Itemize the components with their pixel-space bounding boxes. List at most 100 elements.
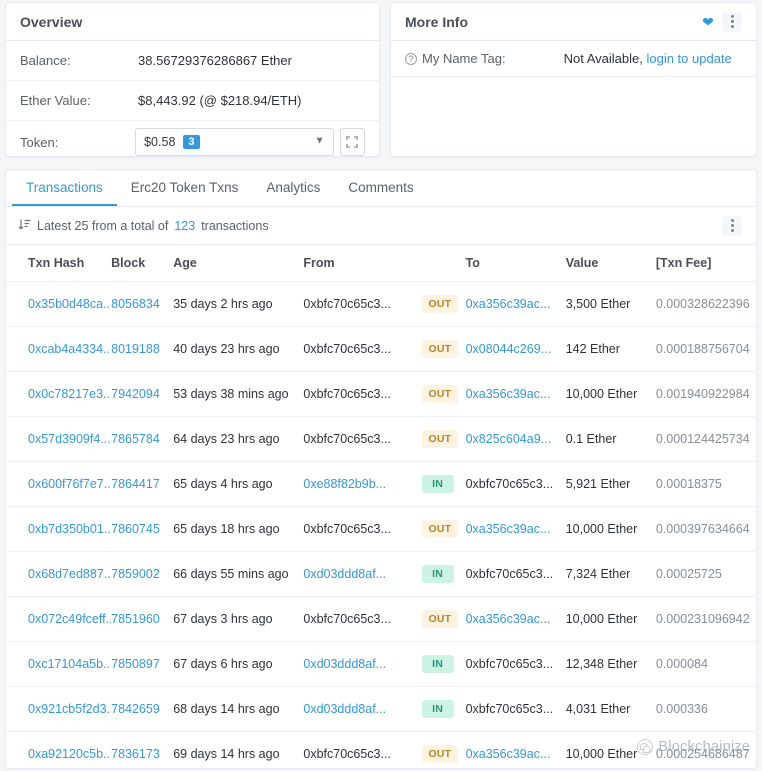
txn-fee: 0.000084 — [655, 657, 708, 671]
to-address[interactable]: 0x08044c269... — [466, 342, 552, 356]
from-address: 0xbfc70c65c3... — [303, 297, 391, 311]
from-address[interactable]: 0xe88f82b9b... — [303, 477, 386, 491]
login-to-update-link[interactable]: login to update — [646, 51, 731, 66]
block-link[interactable]: 7864417 — [111, 477, 160, 491]
table-body: 0x35b0d48ca... 8056834 35 days 2 hrs ago 0x… — [6, 281, 756, 768]
from-address: 0xbfc70c65c3... — [303, 387, 391, 401]
name-tag-label: My Name Tag: — [422, 51, 506, 66]
block-link[interactable]: 7942094 — [111, 387, 160, 401]
table-options-kebab-icon[interactable] — [722, 215, 742, 236]
block-link[interactable]: 7842659 — [111, 702, 160, 716]
txn-hash-link[interactable]: 0x921cb5f2d3... — [28, 702, 111, 716]
token-count-badge: 3 — [183, 135, 200, 149]
txn-hash-link[interactable]: 0x072c49fceff... — [28, 612, 111, 626]
value-amount: 12,348 Ether — [565, 657, 638, 671]
block-link[interactable]: 7865784 — [111, 432, 160, 446]
ether-value-value: $8,443.92 (@ $218.94/ETH) — [138, 93, 302, 108]
to-address: 0xbfc70c65c3... — [465, 702, 554, 716]
direction-badge: OUT — [421, 745, 459, 763]
direction-badge: IN — [421, 700, 454, 718]
to-address[interactable]: 0xa356c39ac... — [466, 522, 551, 536]
txn-hash-link[interactable]: 0x57d3909f4... — [28, 432, 111, 446]
name-tag-value: Not Available, login to update — [564, 51, 732, 66]
token-row: Token: $0.58 3 ▼ — [6, 121, 379, 163]
age-text: 67 days 3 hrs ago — [173, 612, 273, 626]
block-link[interactable]: 8019188 — [111, 342, 160, 356]
tab-bar: Transactions Erc20 Token Txns Analytics … — [6, 170, 756, 207]
to-address[interactable]: 0xa356c39ac... — [466, 612, 551, 626]
transactions-card: Transactions Erc20 Token Txns Analytics … — [5, 169, 757, 769]
column-age: Age — [173, 244, 304, 282]
age-text: 64 days 23 hrs ago — [173, 432, 280, 446]
value-amount: 0.1 Ether — [565, 432, 617, 446]
age-text: 69 days 14 hrs ago — [173, 747, 280, 761]
to-address[interactable]: 0xa356c39ac... — [466, 297, 551, 311]
txn-hash-link[interactable]: 0xb7d350b01... — [28, 522, 111, 536]
sort-descending-icon[interactable] — [18, 218, 31, 233]
table-row: 0xcab4a4334... 8019188 40 days 23 hrs ago 0… — [6, 326, 756, 372]
tab-transactions[interactable]: Transactions — [12, 170, 117, 206]
from-address[interactable]: 0xd03ddd8af... — [303, 657, 386, 671]
kebab-menu-icon[interactable] — [722, 11, 742, 32]
txn-hash-link[interactable]: 0x0c78217e3... — [28, 387, 111, 401]
value-amount: 7,324 Ether — [565, 567, 631, 581]
txn-fee: 0.000231096942 — [655, 612, 750, 626]
transactions-table: Txn Hash Block Age From To Value [Txn Fe… — [6, 244, 756, 768]
direction-badge: IN — [421, 475, 454, 493]
to-address[interactable]: 0xa356c39ac... — [466, 747, 551, 761]
more-info-card-header: More Info ❤ — [391, 3, 756, 41]
block-link[interactable]: 7850897 — [111, 657, 160, 671]
heart-icon[interactable]: ❤ — [698, 12, 718, 32]
txn-hash-link[interactable]: 0xcab4a4334... — [28, 342, 111, 356]
balance-label: Balance: — [20, 53, 71, 68]
block-link[interactable]: 7851960 — [111, 612, 160, 626]
table-row: 0xb7d350b01... 7860745 65 days 18 hrs ago 0… — [6, 506, 756, 552]
txn-hash-link[interactable]: 0xa92120c5b... — [28, 747, 111, 761]
more-info-card: More Info ❤ ? My Name Tag: Not Available… — [390, 2, 757, 157]
age-text: 66 days 55 mins ago — [173, 567, 289, 581]
block-link[interactable]: 8056834 — [111, 297, 160, 311]
to-address[interactable]: 0x825c604a9... — [466, 432, 552, 446]
block-link[interactable]: 7860745 — [111, 522, 160, 536]
from-address[interactable]: 0xd03ddd8af... — [303, 567, 386, 581]
value-amount: 10,000 Ether — [565, 747, 638, 761]
token-dropdown[interactable]: $0.58 3 ▼ — [135, 128, 334, 156]
expand-icon[interactable] — [339, 128, 365, 156]
tab-erc20-token-txns[interactable]: Erc20 Token Txns — [117, 170, 253, 206]
balance-row: Balance: 38.56729376286867 Ether — [6, 41, 379, 81]
name-tag-row: ? My Name Tag: Not Available, login to u… — [391, 41, 756, 77]
column-txn-hash: Txn Hash — [6, 244, 112, 282]
from-address: 0xbfc70c65c3... — [303, 747, 391, 761]
block-link[interactable]: 7836173 — [111, 747, 160, 761]
txn-fee: 0.001940922984 — [655, 387, 750, 401]
txn-hash-link[interactable]: 0xc17104a5b... — [28, 657, 111, 671]
block-link[interactable]: 7859002 — [111, 567, 160, 581]
table-row: 0x0c78217e3... 7942094 53 days 38 mins ago… — [6, 371, 756, 417]
table-header-row: Txn Hash Block Age From To Value [Txn Fe… — [6, 244, 756, 282]
to-address[interactable]: 0xa356c39ac... — [466, 387, 551, 401]
direction-badge: OUT — [421, 295, 459, 313]
age-text: 67 days 6 hrs ago — [173, 657, 273, 671]
age-text: 35 days 2 hrs ago — [173, 297, 273, 311]
txn-fee: 0.00025725 — [655, 567, 722, 581]
chevron-down-icon: ▼ — [314, 135, 325, 147]
direction-badge: OUT — [421, 610, 459, 628]
table-row: 0x600f76f7e7... 7864417 65 days 4 hrs ago 0… — [6, 461, 756, 507]
token-price: $0.58 — [144, 135, 176, 149]
age-text: 53 days 38 mins ago — [173, 387, 289, 401]
direction-badge: IN — [421, 565, 454, 583]
value-amount: 10,000 Ether — [565, 612, 638, 626]
age-text: 40 days 23 hrs ago — [173, 342, 280, 356]
txn-fee: 0.000328622396 — [655, 297, 750, 311]
from-address: 0xbfc70c65c3... — [303, 432, 391, 446]
txn-hash-link[interactable]: 0x35b0d48ca... — [28, 297, 111, 311]
overview-card: Overview Balance: 38.56729376286867 Ethe… — [5, 2, 380, 157]
total-transactions-count[interactable]: 123 — [174, 219, 195, 233]
tab-comments[interactable]: Comments — [334, 170, 427, 206]
txn-hash-link[interactable]: 0x600f76f7e7... — [28, 477, 111, 491]
txn-fee: 0.000336 — [655, 702, 708, 716]
table-row: 0x68d7ed887... 7859002 66 days 55 mins ago… — [6, 551, 756, 597]
from-address[interactable]: 0xd03ddd8af... — [303, 702, 386, 716]
txn-hash-link[interactable]: 0x68d7ed887... — [28, 567, 111, 581]
tab-analytics[interactable]: Analytics — [252, 170, 334, 206]
